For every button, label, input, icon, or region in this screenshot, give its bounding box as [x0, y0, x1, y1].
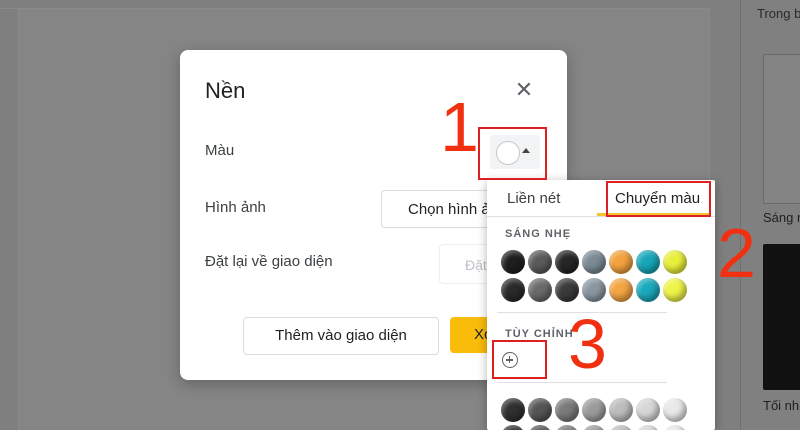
light-gradient-swatch[interactable] — [501, 278, 525, 302]
gray-gradient-swatch[interactable] — [582, 425, 606, 430]
gray-gradient-swatch[interactable] — [663, 425, 687, 430]
annotation-box-add-custom — [492, 340, 547, 379]
light-gradient-swatch[interactable] — [555, 278, 579, 302]
light-gradient-swatch[interactable] — [636, 278, 660, 302]
annotation-number-2: 2 — [717, 214, 756, 292]
gray-gradient-swatch[interactable] — [528, 398, 552, 422]
light-gradient-swatch[interactable] — [555, 250, 579, 274]
reset-label: Đặt lại về giao diện — [205, 253, 333, 270]
custom-section-label: TÙY CHỈNH — [505, 328, 574, 340]
color-label: Màu — [205, 142, 235, 159]
annotation-box-gradient-tab — [606, 181, 711, 217]
image-label: Hình ảnh — [205, 199, 266, 216]
gray-gradient-swatch[interactable] — [663, 398, 687, 422]
gray-gradient-swatch[interactable] — [609, 425, 633, 430]
light-gradient-swatch[interactable] — [609, 250, 633, 274]
annotation-box-color-picker — [478, 127, 547, 180]
light-gradient-swatch[interactable] — [582, 250, 606, 274]
light-section-label: SÁNG NHẸ — [505, 228, 572, 240]
annotation-number-3: 3 — [568, 305, 607, 383]
gray-gradient-swatch[interactable] — [555, 398, 579, 422]
light-gradient-swatch[interactable] — [528, 278, 552, 302]
annotation-number-1: 1 — [440, 88, 479, 166]
gray-gradient-swatch[interactable] — [609, 398, 633, 422]
gray-gradient-swatch[interactable] — [501, 425, 525, 430]
add-to-theme-button[interactable]: Thêm vào giao diện — [243, 317, 439, 355]
light-gradient-swatch[interactable] — [663, 250, 687, 274]
theme-thumbnail-dark[interactable] — [763, 244, 800, 390]
gray-gradient-swatch[interactable] — [582, 398, 606, 422]
theme-label-dark: Tối nh — [763, 398, 800, 413]
gray-gradient-swatch[interactable] — [636, 425, 660, 430]
light-gradient-swatch[interactable] — [609, 278, 633, 302]
light-gradient-swatch[interactable] — [528, 250, 552, 274]
light-gradient-swatch[interactable] — [501, 250, 525, 274]
gray-gradient-swatch[interactable] — [501, 398, 525, 422]
theme-label-light: Sáng n — [763, 210, 800, 225]
gray-gradient-swatch[interactable] — [555, 425, 579, 430]
light-gradient-swatch[interactable] — [582, 278, 606, 302]
gray-gradient-swatch[interactable] — [636, 398, 660, 422]
tab-solid[interactable]: Liền nét — [507, 190, 560, 207]
theme-thumbnail-light[interactable] — [763, 54, 800, 204]
light-gradient-swatch[interactable] — [663, 278, 687, 302]
themes-panel-title: Trong b — [757, 6, 800, 21]
dialog-title: Nền — [205, 78, 246, 103]
close-icon[interactable]: ✕ — [514, 79, 534, 101]
light-gradient-swatch[interactable] — [636, 250, 660, 274]
gray-gradient-swatch[interactable] — [528, 425, 552, 430]
